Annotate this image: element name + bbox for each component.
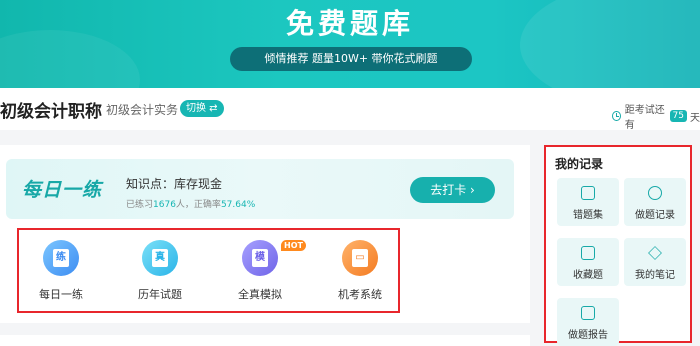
computer-exam-icon: ▭	[342, 240, 378, 276]
exam-title: 初级会计职称	[0, 102, 102, 122]
record-notes[interactable]: 我的笔记	[624, 238, 686, 286]
record-label: 做题记录	[635, 210, 675, 221]
record-practice-history[interactable]: 做题记录	[624, 178, 686, 226]
tool-past-exams[interactable]: 真 历年试题	[120, 240, 200, 302]
my-records-panel: 我的记录 错题集 做题记录 收藏题 我的笔记 做题报告	[544, 145, 692, 346]
tool-label: 机考系统	[338, 288, 382, 301]
record-label: 我的笔记	[635, 270, 675, 281]
practice-stats: 已练习1676人，正确率57.64%	[126, 197, 255, 210]
wrong-questions-icon	[581, 186, 595, 200]
subject-name: 初级会计实务	[106, 103, 179, 117]
daily-practice-card: 每日一练 知识点：库存现金 已练习1676人，正确率57.64% 去打卡 ›	[6, 159, 514, 219]
knowledge-point: 知识点：库存现金	[126, 177, 223, 191]
accuracy-rate: 57.64%	[220, 200, 256, 210]
daily-practice-title: 每日一练	[22, 179, 103, 201]
favorites-icon	[581, 246, 595, 260]
tool-computer-exam[interactable]: ▭ 机考系统	[320, 240, 400, 302]
calendar-practice-icon: 练	[43, 240, 79, 276]
tool-label: 每日一练	[39, 288, 83, 301]
record-wrong-questions[interactable]: 错题集	[557, 178, 619, 226]
record-label: 收藏题	[573, 270, 603, 281]
tool-daily-practice[interactable]: 练 每日一练	[21, 240, 101, 302]
tool-label: 全真模拟	[238, 288, 282, 301]
practice-panel: 每日一练 知识点：库存现金 已练习1676人，正确率57.64% 去打卡 › 练…	[0, 145, 530, 323]
record-label: 错题集	[573, 210, 603, 221]
practiced-count: 1676	[153, 200, 176, 210]
countdown-suffix: 天	[690, 112, 700, 124]
records-title: 我的记录	[555, 157, 604, 171]
record-favorites[interactable]: 收藏题	[557, 238, 619, 286]
top-banner: 免费题库 倾情推荐 题量10W+ 带你花式刷题	[0, 0, 700, 88]
check-in-button[interactable]: 去打卡 ›	[410, 177, 495, 203]
notes-icon	[648, 246, 662, 260]
bottom-panel-edge	[0, 335, 530, 346]
mock-exam-icon: 模	[242, 240, 278, 276]
report-icon	[581, 306, 595, 320]
icon-glyph: 真	[152, 249, 168, 267]
practice-history-icon	[648, 186, 662, 200]
icon-glyph: 练	[53, 249, 69, 267]
banner-title: 免费题库	[285, 7, 414, 40]
clock-icon	[612, 111, 621, 121]
practice-tools-group: 练 每日一练 真 历年试题 模 全真模拟 HOT ▭ 机考系统	[17, 228, 400, 313]
exam-countdown: 距考试还有 75 天	[612, 101, 700, 131]
record-label: 做题报告	[568, 330, 608, 341]
icon-glyph: ▭	[352, 249, 368, 267]
switch-subject-button[interactable]: 切换 ⇄	[180, 100, 224, 117]
stats-middle: 人，正确率	[175, 200, 221, 210]
past-exam-icon: 真	[142, 240, 178, 276]
banner-slogan: 倾情推荐 题量10W+ 带你花式刷题	[230, 47, 472, 71]
countdown-days: 75	[669, 110, 687, 122]
icon-glyph: 模	[252, 249, 268, 267]
record-report[interactable]: 做题报告	[557, 298, 619, 346]
exam-header: 初级会计职称 初级会计实务 切换 ⇄ 距考试还有 75 天	[0, 88, 700, 131]
tool-label: 历年试题	[138, 288, 182, 301]
countdown-prefix: 距考试还有	[624, 105, 665, 131]
stats-prefix: 已练习	[126, 200, 154, 210]
hot-badge: HOT	[281, 240, 306, 251]
